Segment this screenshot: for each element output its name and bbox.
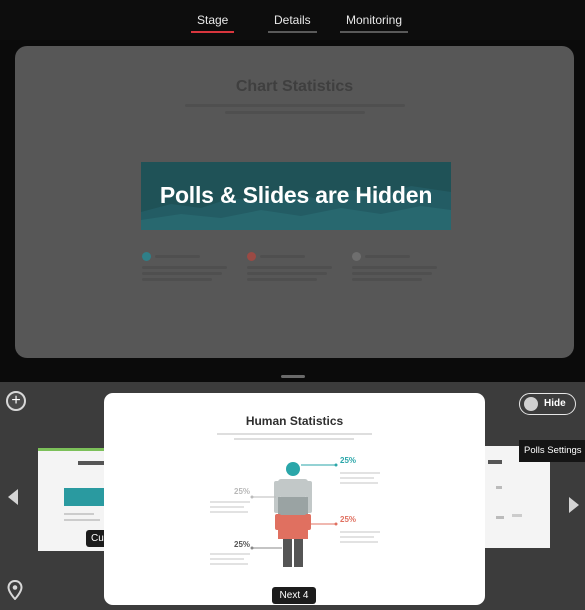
thumb-text-line [496,486,502,489]
column-dot [352,252,361,261]
stage-divider [0,362,585,372]
column-dot [247,252,256,261]
hide-toggle-label: Hide [544,398,566,409]
column-dot [142,252,151,261]
column-text-line [352,272,432,275]
hide-toggle[interactable]: Hide [519,393,576,415]
hidden-overlay-banner: Polls & Slides are Hidden [141,162,451,230]
thumb-chart-block [64,488,108,506]
stat-percent-top: 25% [340,456,357,465]
column-heading-line [365,255,410,258]
stat-percent-right-lower: 25% [340,515,357,524]
tab-stage-underline [191,31,235,33]
tab-details-label: Details [274,13,311,27]
thumb-text-line [64,519,100,521]
location-pin-icon[interactable] [7,580,23,600]
tab-bar: Stage Details Monitoring [0,0,585,40]
column-text-line [247,272,327,275]
slide-title: Chart Statistics [235,78,354,95]
column-heading-line [155,255,200,258]
stage-preview: Chart Statistics Polls & Slides are Hidd… [15,46,574,358]
add-slide-button[interactable]: + [6,391,26,411]
column-text-line [352,278,422,281]
column-text-line [247,278,317,281]
human-figure-infographic [210,462,380,567]
tab-monitoring-underline [340,31,409,33]
tab-details-underline [268,31,317,33]
stat-percent-left-upper: 25% [234,487,251,496]
slide-subtitle-line [185,104,405,107]
next-arrow-icon[interactable] [569,497,579,513]
previous-arrow-icon[interactable] [8,489,18,505]
column-text-line [142,272,222,275]
plus-icon: + [11,392,21,409]
slide-subtitle-line [225,111,365,114]
thumb-text-line [496,516,504,519]
thumb-text-line [512,514,522,517]
column-text-line [142,266,227,269]
hidden-overlay-text: Polls & Slides are Hidden [159,182,433,208]
column-text-line [352,266,437,269]
tab-monitoring[interactable]: Monitoring [340,13,409,33]
current-slide-card[interactable]: Human Statistics 25% 25% 25% 25% [104,393,485,605]
tab-stage[interactable]: Stage [191,13,235,33]
column-text-line [142,278,212,281]
tab-monitoring-label: Monitoring [346,13,403,27]
thumb-text-line [64,513,94,515]
next-slide-count-label: Next 4 [272,587,316,604]
tab-details[interactable]: Details [268,13,317,33]
polls-settings-tooltip: Polls Settings [519,440,585,462]
stat-percent-left-lower: 25% [234,540,251,549]
thumb-title-line [78,461,104,465]
thumb-title-line [488,460,502,464]
tab-stage-label: Stage [197,13,229,27]
resize-handle[interactable] [281,375,305,378]
toggle-knob [524,397,538,411]
column-text-line [247,266,332,269]
column-heading-line [260,255,305,258]
